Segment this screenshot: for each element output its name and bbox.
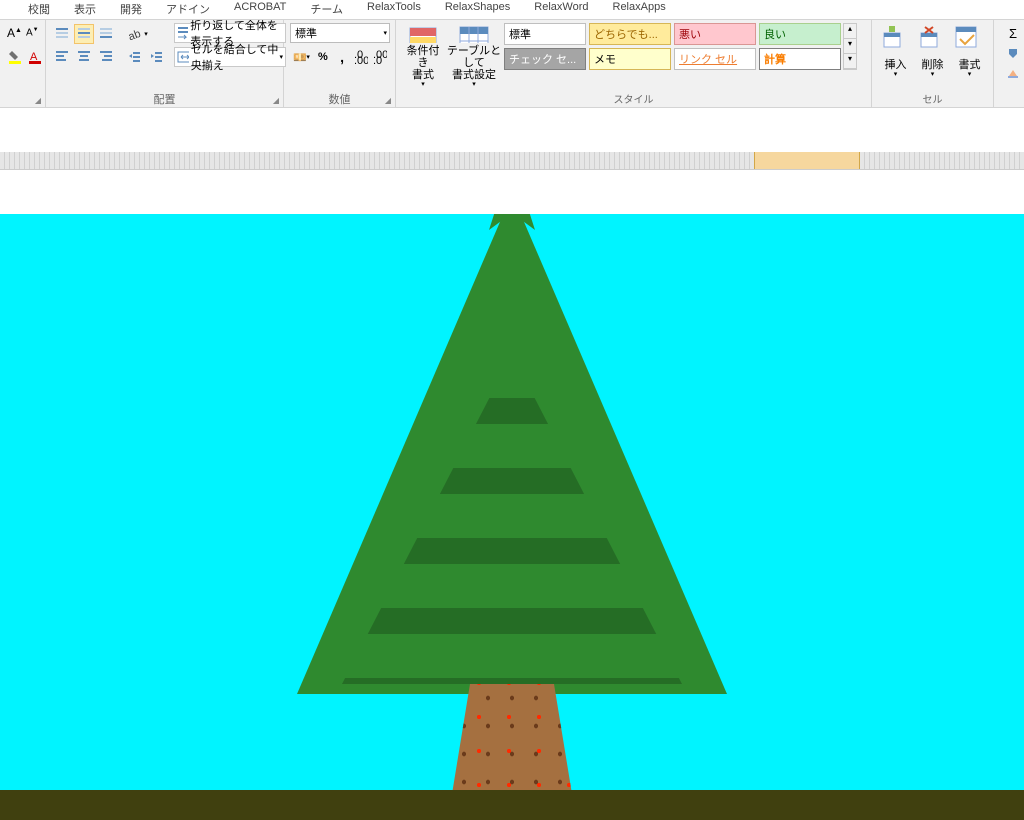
style-calc[interactable]: 計算 — [759, 48, 841, 70]
shrink-font-button[interactable]: A▼ — [25, 23, 40, 43]
format-cells-button[interactable]: 書式▾ — [952, 23, 987, 89]
align-top-button[interactable] — [52, 24, 72, 44]
format-as-table-label: テーブルとして 書式設定 — [446, 45, 502, 81]
tab-review[interactable]: 校閲 — [16, 0, 62, 19]
tab-view[interactable]: 表示 — [62, 0, 108, 19]
style-normal[interactable]: 標準 — [504, 23, 586, 45]
svg-text:.0: .0 — [373, 55, 382, 64]
align-right-button[interactable] — [96, 46, 116, 66]
tab-acrobat[interactable]: ACROBAT — [222, 0, 298, 19]
ribbon-tabbar: 校閲 表示 開発 アドイン ACROBAT チーム RelaxTools Rel… — [0, 0, 1024, 20]
merge-center-label: セルを結合して中央揃え — [191, 41, 280, 73]
group-cells-label: セル — [878, 91, 987, 107]
gallery-more-icon[interactable]: ▾ — [844, 54, 856, 69]
svg-text:💴: 💴 — [293, 52, 306, 64]
clear-button[interactable] — [1000, 63, 1024, 83]
style-good[interactable]: 良い — [759, 23, 841, 45]
cellart-foliage — [297, 214, 727, 694]
group-styles: 条件付き 書式▾ テーブルとして 書式設定▾ 標準 どちらでも... 悪い 良い… — [396, 20, 872, 107]
insert-cells-label: 挿入 — [885, 59, 907, 71]
align-left-button[interactable] — [52, 46, 72, 66]
accounting-format-button[interactable]: 💴▾ — [290, 47, 312, 67]
cellart-ground — [0, 790, 1024, 820]
formula-strip — [0, 152, 1024, 214]
delete-cells-button[interactable]: 削除▾ — [915, 23, 950, 89]
decrease-indent-button[interactable] — [124, 46, 144, 66]
svg-text:.00: .00 — [354, 55, 368, 64]
group-editing-label — [1000, 91, 1018, 107]
comma-style-button[interactable]: , — [333, 47, 350, 67]
group-alignment: ab▾ 折り返して全体を表示する セルを結合して中央揃え ▾ 配置◢ — [46, 20, 284, 107]
ribbon: A▲ A▼ A ◢ — [0, 20, 1024, 108]
increase-decimal-button[interactable]: .0.00 — [353, 47, 370, 67]
worksheet-canvas[interactable] — [0, 214, 1024, 820]
dialog-launcher-icon[interactable]: ◢ — [385, 96, 391, 105]
decrease-decimal-button[interactable]: .00.0 — [372, 47, 389, 67]
gallery-scroll-down-icon[interactable]: ▾ — [844, 39, 856, 54]
cell-styles-gallery[interactable]: 標準 どちらでも... 悪い 良い チェック セ... メモ リンク セル 計算 — [504, 23, 841, 70]
insert-cells-button[interactable]: 挿入▾ — [878, 23, 913, 89]
tab-developer[interactable]: 開発 — [108, 0, 154, 19]
format-as-table-button[interactable]: テーブルとして 書式設定▾ — [446, 23, 502, 89]
percent-style-button[interactable]: % — [314, 47, 331, 67]
group-cells: 挿入▾ 削除▾ 書式▾ セル — [872, 20, 994, 107]
number-format-combo[interactable]: 標準 ▾ — [290, 23, 390, 43]
dialog-launcher-icon[interactable]: ◢ — [273, 96, 279, 105]
tab-relaxtools[interactable]: RelaxTools — [355, 0, 433, 19]
style-bad[interactable]: 悪い — [674, 23, 756, 45]
align-bottom-button[interactable] — [96, 24, 116, 44]
fill-color-button[interactable] — [6, 47, 24, 67]
group-number: 標準 ▾ 💴▾ % , .0.00 .00.0 数値◢ — [284, 20, 396, 107]
number-format-value: 標準 — [295, 25, 317, 41]
font-color-button[interactable]: A — [26, 47, 44, 67]
group-font-label: ◢ — [6, 91, 39, 107]
group-editing: Σ — [994, 20, 1024, 107]
selected-columns-highlight — [754, 152, 860, 170]
format-cells-label: 書式 — [959, 59, 981, 71]
grow-font-button[interactable]: A▲ — [6, 23, 23, 43]
fill-button[interactable] — [1000, 43, 1024, 63]
group-number-label: 数値◢ — [290, 91, 389, 107]
chevron-down-icon: ▾ — [279, 53, 283, 61]
cellart-trunk — [452, 684, 572, 794]
align-middle-button[interactable] — [74, 24, 94, 44]
gallery-scroll-up-icon[interactable]: ▴ — [844, 24, 856, 39]
wrap-text-button[interactable]: 折り返して全体を表示する — [174, 23, 286, 43]
column-headers[interactable] — [0, 152, 1024, 170]
align-center-button[interactable] — [74, 46, 94, 66]
conditional-formatting-button[interactable]: 条件付き 書式▾ — [402, 23, 444, 89]
orientation-button[interactable]: ab▾ — [124, 24, 152, 44]
dialog-launcher-icon[interactable]: ◢ — [35, 96, 41, 105]
group-alignment-label: 配置◢ — [52, 91, 277, 107]
merge-center-button[interactable]: セルを結合して中央揃え ▾ — [174, 47, 286, 67]
delete-cells-label: 削除 — [922, 59, 944, 71]
increase-indent-button[interactable] — [146, 46, 166, 66]
style-link[interactable]: リンク セル — [674, 48, 756, 70]
tab-team[interactable]: チーム — [298, 0, 355, 19]
tab-addins[interactable]: アドイン — [154, 0, 222, 19]
tab-relaxword[interactable]: RelaxWord — [522, 0, 600, 19]
style-check[interactable]: チェック セ... — [504, 48, 586, 70]
conditional-formatting-label: 条件付き 書式 — [402, 45, 444, 81]
chevron-down-icon: ▾ — [383, 29, 387, 37]
tab-relaxapps[interactable]: RelaxApps — [601, 0, 678, 19]
svg-text:ab: ab — [128, 28, 142, 42]
group-font: A▲ A▼ A ◢ — [0, 20, 46, 107]
group-styles-label: スタイル — [402, 91, 865, 107]
style-neutral[interactable]: どちらでも... — [589, 23, 671, 45]
autosum-button[interactable]: Σ — [1000, 23, 1024, 43]
tab-relaxshapes[interactable]: RelaxShapes — [433, 0, 522, 19]
gallery-scroll[interactable]: ▴ ▾ ▾ — [843, 23, 857, 70]
style-memo[interactable]: メモ — [589, 48, 671, 70]
cellart-tree — [297, 214, 727, 794]
